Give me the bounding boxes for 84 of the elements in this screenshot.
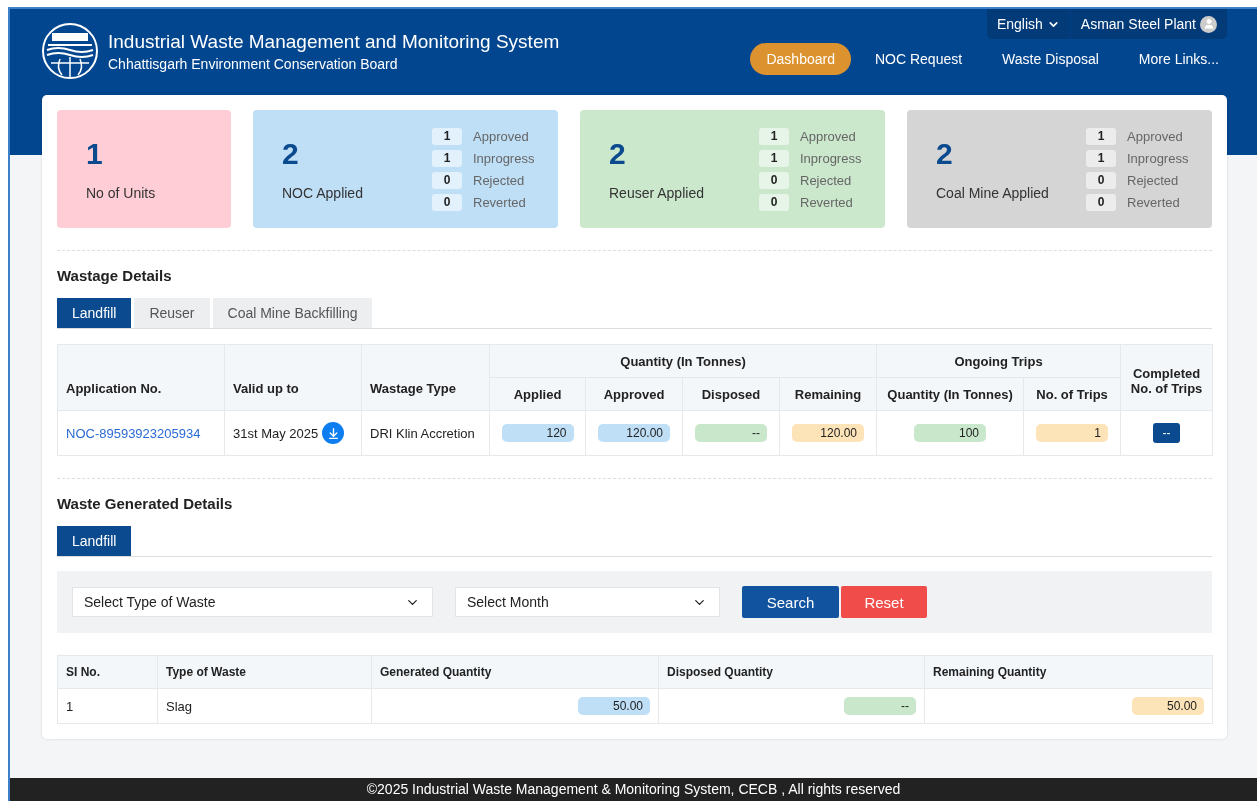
tab[interactable]: Landfill (57, 298, 132, 328)
stat-value: 1 (86, 137, 104, 171)
column-header: Disposed Quantity (658, 655, 925, 689)
stat-value: 2 (609, 137, 627, 171)
status-label: Reverted (473, 194, 527, 210)
quantity-pill: 1 (1036, 424, 1109, 442)
column-header: Completed No. of Trips (1120, 344, 1213, 411)
status-count: 0 (759, 193, 789, 211)
status-count: 1 (759, 127, 789, 145)
section-title: Wastage Details (57, 267, 173, 284)
trips-button[interactable]: -- (1153, 423, 1181, 443)
emblem-logo (42, 23, 98, 79)
select-field[interactable]: Select Type of Waste (72, 587, 433, 617)
tab[interactable]: Landfill (57, 526, 132, 556)
quantity-pill: 120.00 (792, 424, 864, 442)
column-header: Applied (489, 377, 586, 411)
nav-link[interactable]: Waste Disposal (986, 43, 1115, 75)
cell-text: DRI Klin Accretion (370, 425, 475, 441)
column-header: Type of Waste (157, 655, 372, 689)
quantity-pill: 50.00 (1132, 697, 1204, 715)
status-label: Inprogress (473, 150, 536, 166)
status-count: 0 (432, 193, 462, 211)
column-header: Quantity (In Tonnes) (876, 377, 1024, 411)
app-subtitle: Chhattisgarh Environment Conservation Board (108, 55, 399, 72)
column-group-header: Ongoing Trips (876, 344, 1121, 378)
column-header: Generated Quantity (371, 655, 659, 689)
stat-label: Coal Mine Applied (936, 185, 1049, 201)
stat-label: No of Units (86, 185, 156, 201)
user-name[interactable]: Asman Steel Plant (1080, 16, 1196, 32)
column-header: Wastage Type (361, 344, 490, 411)
nav-link[interactable]: More Links... (1122, 43, 1235, 75)
tab[interactable]: Reuser (134, 298, 210, 328)
download-icon[interactable] (322, 422, 345, 444)
status-label: Rejected (800, 172, 853, 188)
select-field[interactable]: Select Month (455, 587, 720, 617)
column-header: Remaining Quantity (924, 655, 1213, 689)
tab[interactable]: Coal Mine Backfilling (212, 298, 373, 328)
section-title: Waste Generated Details (57, 495, 234, 512)
quantity-pill: 120.00 (598, 424, 670, 442)
status-label: Approved (800, 128, 857, 144)
quantity-pill: 100 (914, 424, 987, 442)
status-count: 1 (759, 149, 789, 167)
quantity-pill: -- (695, 424, 767, 442)
stat-value: 2 (282, 137, 300, 171)
status-label: Reverted (800, 194, 854, 210)
stat-value: 2 (936, 137, 954, 171)
nav-link[interactable]: NOC Request (858, 43, 979, 75)
status-count: 0 (432, 171, 462, 189)
status-label: Inprogress (800, 150, 863, 166)
status-label: Rejected (1127, 172, 1180, 188)
quantity-pill: 50.00 (578, 697, 650, 715)
column-header: Remaining (779, 377, 877, 411)
column-header: Approved (585, 377, 683, 411)
stat-label: Reuser Applied (609, 185, 704, 201)
app-title: Industrial Waste Management and Monitoring System (108, 30, 560, 53)
column-header: No. of Trips (1023, 377, 1121, 411)
action-button[interactable]: Reset (841, 586, 927, 618)
status-label: Approved (1127, 128, 1184, 144)
cell-text: 31st May 2025 (233, 425, 319, 441)
status-count: 0 (759, 171, 789, 189)
status-count: 0 (1086, 171, 1116, 189)
stat-label: NOC Applied (282, 185, 363, 201)
status-count: 1 (432, 127, 462, 145)
cell-text: Slag (166, 698, 193, 714)
cell-text: 1 (66, 698, 74, 714)
quantity-pill: 120 (501, 424, 574, 442)
quantity-pill: -- (844, 697, 916, 715)
status-count: 0 (1086, 193, 1116, 211)
avatar-icon[interactable] (1200, 15, 1217, 33)
column-group-header: Quantity (In Tonnes) (489, 344, 877, 378)
language-selector[interactable]: English (996, 16, 1043, 32)
column-header: Disposed (682, 377, 780, 411)
column-header: Valid up to (224, 344, 362, 411)
status-count: 1 (1086, 149, 1116, 167)
footer-text: ©2025 Industrial Waste Management & Monitoring System, CECB , All rights reserved (10, 778, 1257, 801)
column-header: Application No. (57, 344, 225, 411)
status-label: Rejected (473, 172, 526, 188)
status-label: Approved (473, 128, 530, 144)
status-count: 1 (1086, 127, 1116, 145)
status-count: 1 (432, 149, 462, 167)
column-header: SI No. (57, 655, 158, 689)
status-label: Reverted (1127, 194, 1181, 210)
status-label: Inprogress (1127, 150, 1190, 166)
action-button[interactable]: Search (742, 586, 839, 618)
